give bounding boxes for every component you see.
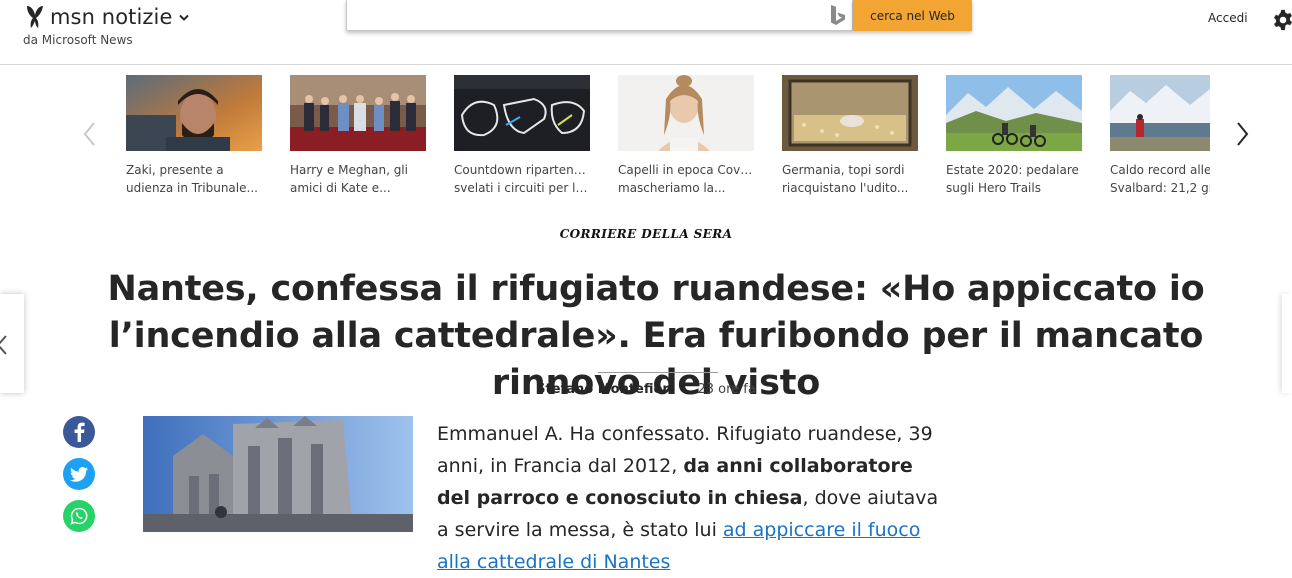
carousel-item[interactable]: Estate 2020: pedalare sugli Hero Trails	[946, 75, 1082, 197]
title-divider	[598, 372, 718, 373]
carousel-tiles: Zaki, presente a udienza in Tribunale... …	[126, 75, 1210, 205]
carousel-item[interactable]: Countdown ripartenza: svelati i circuiti …	[454, 75, 590, 197]
carousel-image	[1110, 75, 1210, 151]
byline: Stefano Montefiori 23 ore fa	[0, 382, 1292, 397]
carousel-caption: Germania, topi sordi riacquistano l'udito…	[782, 163, 909, 195]
chevron-right-icon[interactable]	[1234, 120, 1252, 148]
article-hero-image[interactable]	[143, 416, 413, 532]
carousel-image	[454, 75, 590, 151]
twitter-icon	[70, 466, 88, 482]
msn-butterfly-icon	[27, 6, 43, 28]
carousel-caption: Estate 2020: pedalare sugli Hero Trails	[946, 163, 1079, 195]
carousel-caption: Harry e Meghan, gli amici di Kate e...	[290, 163, 408, 195]
brand-name: msn notizie	[50, 5, 173, 29]
carousel-caption: Zaki, presente a udienza in Tribunale...	[126, 163, 258, 195]
tagline: da Microsoft News	[23, 33, 133, 47]
source-logo[interactable]: CORRIERE DELLA SERA	[0, 227, 1292, 241]
carousel-item[interactable]: Capelli in epoca Covid: mascheriamo la...	[618, 75, 754, 197]
top-header: msn notizie da Microsoft News cerca nel …	[0, 0, 1292, 65]
msn-logo[interactable]: msn notizie	[24, 2, 189, 32]
gear-icon[interactable]	[1272, 9, 1292, 31]
facebook-icon	[74, 422, 85, 442]
share-facebook-button[interactable]	[63, 416, 95, 448]
carousel-image	[126, 75, 262, 151]
whatsapp-icon	[70, 507, 88, 525]
search-box	[346, 0, 853, 31]
signin-link[interactable]: Accedi	[1208, 11, 1248, 25]
search-input[interactable]	[351, 2, 815, 30]
carousel-caption: Capelli in epoca Covid: mascheriamo la...	[618, 163, 754, 195]
article-body: Emmanuel A. Ha confessato. Rifugiato rua…	[437, 423, 939, 573]
carousel-image	[618, 75, 754, 151]
bing-icon	[831, 5, 845, 25]
next-article-tab[interactable]	[1282, 294, 1292, 393]
chevron-left-icon	[0, 335, 7, 355]
carousel-item[interactable]: Zaki, presente a udienza in Tribunale...	[126, 75, 262, 197]
carousel-caption: Caldo record alle Svalbard: 21,2 gra	[1110, 163, 1210, 195]
author-name[interactable]: Stefano Montefiori	[536, 382, 673, 397]
previous-article-tab[interactable]	[0, 294, 24, 393]
news-carousel: Zaki, presente a udienza in Tribunale... …	[0, 66, 1292, 216]
carousel-item[interactable]: Germania, topi sordi riacquistano l'udito…	[782, 75, 918, 197]
carousel-item[interactable]: Harry e Meghan, gli amici di Kate e...	[290, 75, 426, 197]
carousel-item[interactable]: Caldo record alle Svalbard: 21,2 gra	[1110, 75, 1210, 197]
carousel-caption: Countdown ripartenza: svelati i circuiti …	[454, 163, 590, 195]
search-web-button[interactable]: cerca nel Web	[853, 0, 972, 31]
publish-time: 23 ore fa	[697, 382, 756, 397]
share-twitter-button[interactable]	[63, 458, 95, 490]
chevron-left-icon[interactable]	[80, 120, 98, 148]
share-whatsapp-button[interactable]	[63, 500, 95, 532]
carousel-image	[946, 75, 1082, 151]
carousel-image	[290, 75, 426, 151]
chevron-down-icon[interactable]	[178, 11, 189, 26]
carousel-image	[782, 75, 918, 151]
